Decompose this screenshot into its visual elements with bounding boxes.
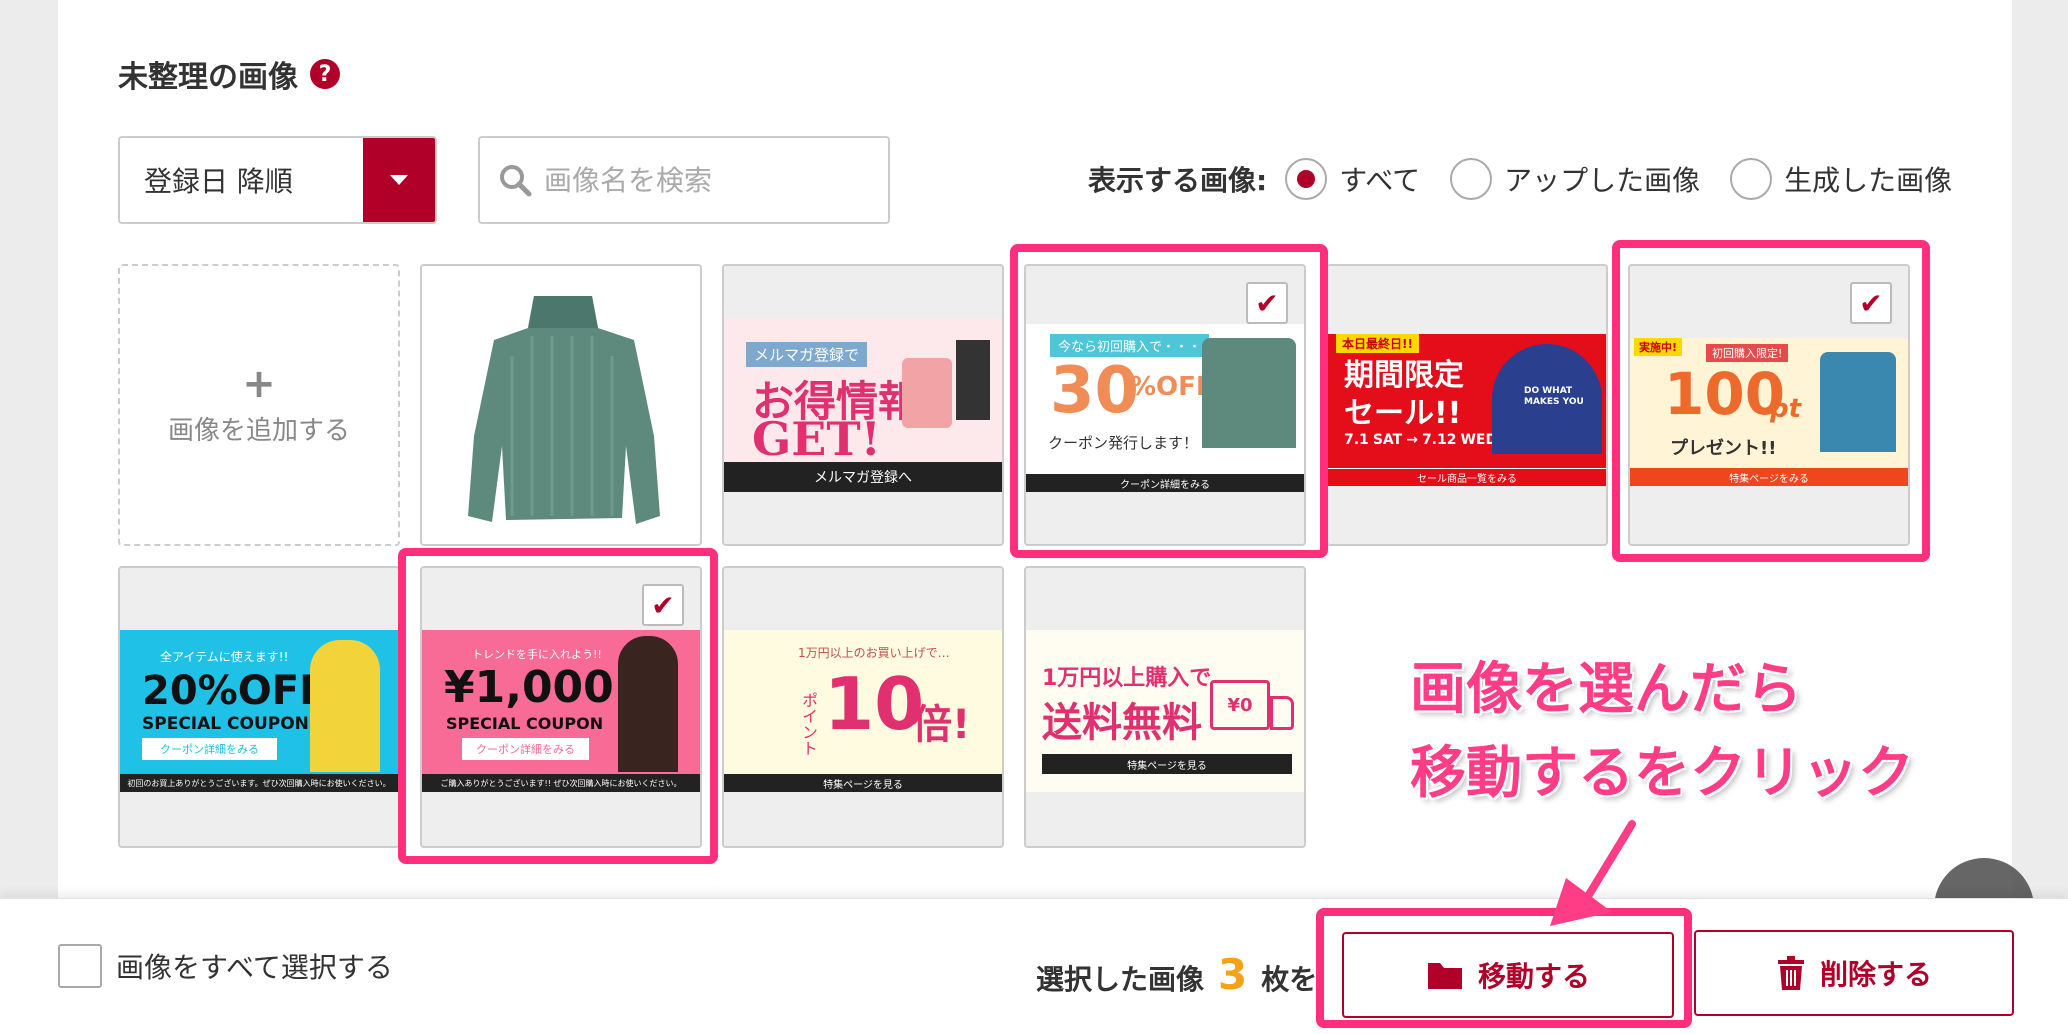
sweater-image [468, 296, 660, 524]
filter-all-option[interactable]: すべて [1285, 158, 1420, 200]
search-input[interactable] [544, 163, 864, 197]
delete-label: 削除する [1819, 958, 1932, 991]
selected-count: 3 [1218, 950, 1248, 999]
image-tile-sale[interactable]: 本日最終日!! 期間限定 セール!! 7.1 SAT → 7.12 WED DO WHA… [1326, 264, 1608, 546]
search-icon [500, 165, 532, 197]
chevron-down-icon [390, 175, 408, 185]
sort-value: 登録日 降順 [144, 165, 293, 198]
banner-20off: 全アイテムに使えます!! 20%OFF SPECIAL COUPON クーポン詳… [120, 630, 398, 792]
annotation-line-1: 画像を選んだら [1410, 657, 1802, 722]
filter-generated-radio[interactable] [1730, 158, 1773, 200]
trash-icon [1777, 956, 1804, 990]
delete-button[interactable]: 削除する [1694, 930, 2014, 1016]
selected-suffix: 枚を [1261, 963, 1318, 996]
search-box[interactable] [478, 136, 890, 224]
banner-freeship: 1万円以上購入で 送料無料 ¥0 特集ページを見る [1026, 630, 1304, 792]
sort-dropdown[interactable]: 登録日 降順 [118, 136, 437, 224]
dropdown-button[interactable] [363, 138, 435, 222]
help-icon[interactable]: ? [310, 59, 340, 89]
add-image-label: 画像を追加する [167, 415, 350, 446]
plus-icon: + [242, 360, 276, 407]
selected-prefix: 選択した画像 [1036, 963, 1205, 996]
banner-sale: 本日最終日!! 期間限定 セール!! 7.1 SAT → 7.12 WED DO WHA… [1328, 334, 1606, 486]
select-all-control[interactable]: 画像をすべて選択する [58, 944, 393, 988]
filter-all-radio[interactable] [1285, 158, 1328, 200]
selection-count: 選択した画像 3 枚を [1036, 950, 1317, 999]
section-header: 未整理の画像 ? [118, 52, 340, 96]
highlight-frame [1010, 244, 1328, 558]
highlight-frame [398, 548, 718, 864]
folder-icon [1427, 963, 1462, 989]
annotation-arrow-icon [1550, 820, 1636, 926]
image-tile-20off[interactable]: 全アイテムに使えます!! 20%OFF SPECIAL COUPON クーポン詳… [118, 566, 400, 848]
filter-label: 表示する画像: [1088, 164, 1268, 197]
filter-generated-option[interactable]: 生成した画像 [1730, 158, 1952, 200]
tutorial-annotation: 画像を選んだら 移動するをクリック [1410, 648, 1914, 816]
move-label: 移動する [1477, 960, 1590, 993]
filter-uploaded-radio[interactable] [1450, 158, 1493, 200]
banner-10x: 1万円以上のお買い上げで… ポイント 10 倍! 特集ページを見る [724, 630, 1002, 792]
image-tile-10x[interactable]: 1万円以上のお買い上げで… ポイント 10 倍! 特集ページを見る [722, 566, 1004, 848]
filter-uploaded-label: アップした画像 [1504, 164, 1701, 197]
filter-uploaded-option[interactable]: アップした画像 [1450, 158, 1700, 200]
image-tile-mailmag[interactable]: メルマガ登録で お得情報 GET! メルマガ登録へ [722, 264, 1004, 546]
filter-all-label: すべて [1339, 164, 1421, 197]
image-tile-freeship[interactable]: 1万円以上購入で 送料無料 ¥0 特集ページを見る [1024, 566, 1306, 848]
select-all-label: 画像をすべて選択する [116, 951, 393, 984]
select-all-checkbox[interactable] [58, 944, 102, 988]
image-tile-sweater[interactable] [420, 264, 702, 546]
page-title: 未整理の画像 [118, 60, 298, 95]
annotation-line-2: 移動するをクリック [1410, 741, 1914, 806]
add-image-tile[interactable]: + 画像を追加する [118, 264, 400, 546]
banner-mailmag: メルマガ登録で お得情報 GET! メルマガ登録へ [724, 318, 1002, 492]
image-filter: 表示する画像: すべて アップした画像 生成した画像 [1088, 158, 1952, 200]
highlight-frame [1612, 240, 1930, 562]
filter-generated-label: 生成した画像 [1784, 164, 1953, 197]
